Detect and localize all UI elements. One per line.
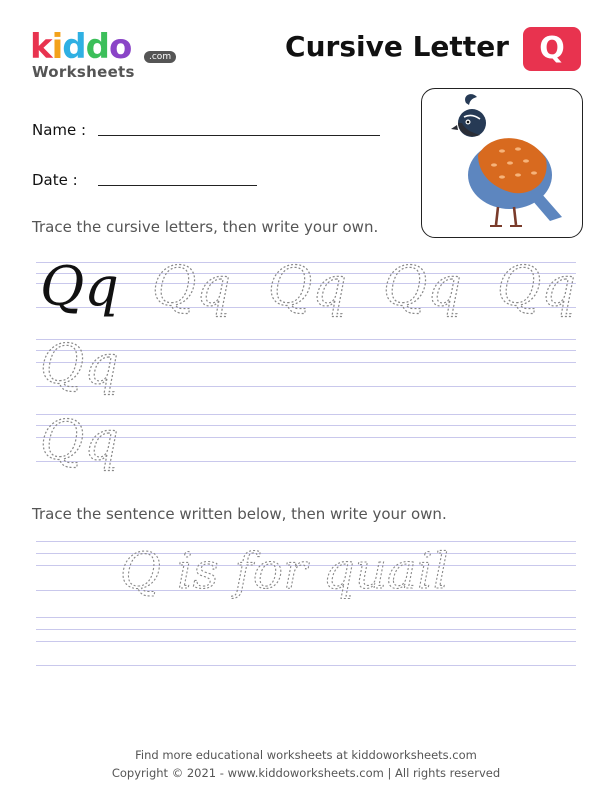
trace-sentence: Q is for quail [120, 542, 449, 600]
footer-copyright: Copyright © 2021 - www.kiddoworksheets.c… [111, 766, 501, 780]
footer-promo: Find more educational worksheets at kidd… [135, 748, 477, 762]
sentence-trace-layer: Q is for quail [119, 541, 449, 600]
